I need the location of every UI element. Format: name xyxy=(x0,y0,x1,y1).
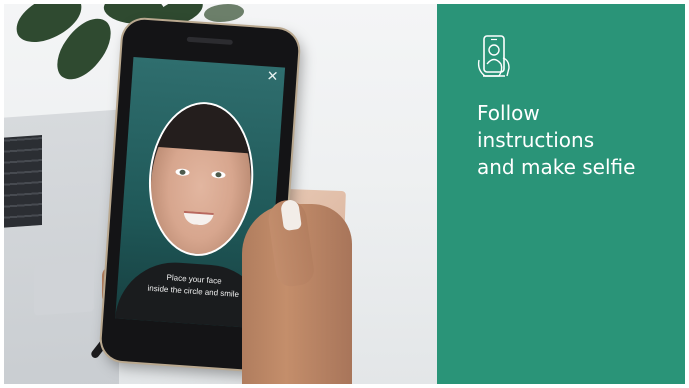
selfie-photo: ✕ Place your face inside the circle and … xyxy=(4,4,437,384)
promo-frame: ✕ Place your face inside the circle and … xyxy=(4,4,685,384)
info-panel: Follow instructions and make selfie xyxy=(437,4,685,384)
smile xyxy=(182,210,214,226)
close-icon[interactable]: ✕ xyxy=(266,68,279,85)
headline-line-2: instructions xyxy=(477,128,595,152)
headline-line-1: Follow xyxy=(477,101,540,125)
plant-leaf xyxy=(204,4,244,22)
laptop-keyboard xyxy=(4,135,42,229)
selfie-phone-icon xyxy=(477,35,510,77)
laptop-trackpad xyxy=(34,261,94,316)
right-eye xyxy=(211,170,226,179)
hair xyxy=(143,98,259,155)
left-eye xyxy=(175,168,190,177)
headline-line-3: and make selfie xyxy=(477,155,636,179)
face-capture-oval xyxy=(143,98,259,260)
headline: Follow instructions and make selfie xyxy=(477,100,677,181)
phone-speaker xyxy=(186,36,233,45)
